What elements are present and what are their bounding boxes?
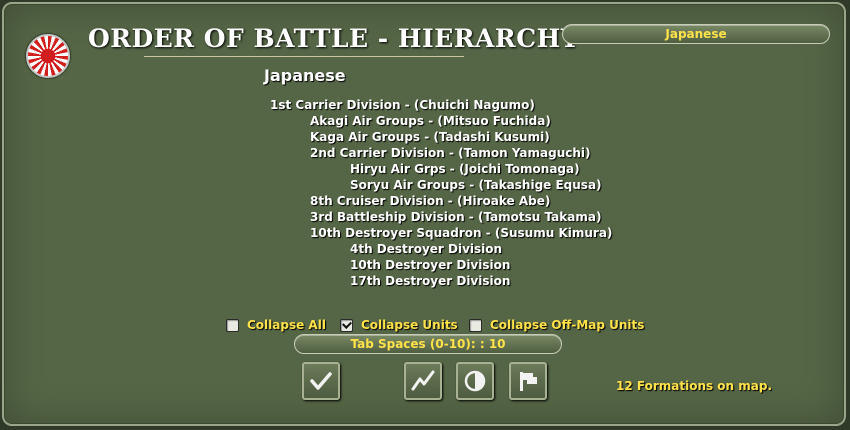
hierarchy-item[interactable]: Akagi Air Groups - (Mitsuo Fuchida)	[310, 114, 551, 128]
collapse-all-option[interactable]: Collapse All	[226, 316, 326, 334]
flag-button[interactable]	[509, 362, 547, 400]
checkmark-icon	[310, 372, 332, 390]
collapse-offmap-checkbox[interactable]	[469, 318, 482, 332]
collapse-units-option[interactable]: Collapse Units	[340, 316, 458, 334]
half-circle-icon	[464, 370, 486, 392]
graph-button[interactable]	[404, 362, 442, 400]
page-title: ORDER OF BATTLE - HIERARCHY	[88, 24, 580, 53]
ok-button[interactable]	[302, 362, 340, 400]
hierarchy-item[interactable]: 10th Destroyer Division	[350, 258, 510, 272]
zigzag-chart-icon	[411, 370, 435, 391]
side-selector[interactable]: Japanese	[562, 24, 830, 44]
hierarchy-item[interactable]: 3rd Battleship Division - (Tamotsu Takam…	[310, 210, 601, 224]
hierarchy-item[interactable]: Soryu Air Groups - (Takashige Equsa)	[350, 178, 602, 192]
title-divider	[144, 56, 464, 57]
hierarchy-item[interactable]: Kaga Air Groups - (Tadashi Kusumi)	[310, 130, 550, 144]
collapse-all-label: Collapse All	[247, 318, 326, 332]
collapse-units-label: Collapse Units	[361, 318, 458, 332]
collapse-offmap-label: Collapse Off-Map Units	[490, 318, 645, 332]
hierarchy-item[interactable]: 2nd Carrier Division - (Tamon Yamaguchi)	[310, 146, 591, 160]
contrast-button[interactable]	[456, 362, 494, 400]
hierarchy-item[interactable]: 8th Cruiser Division - (Hiroake Abe)	[310, 194, 550, 208]
hierarchy-item[interactable]: 4th Destroyer Division	[350, 242, 502, 256]
rising-sun-flag-icon	[26, 34, 70, 78]
collapse-offmap-option[interactable]: Collapse Off-Map Units	[469, 316, 644, 334]
flag-icon	[520, 372, 537, 391]
nation-heading: Japanese	[264, 66, 346, 85]
hierarchy-item[interactable]: 1st Carrier Division - (Chuichi Nagumo)	[270, 98, 535, 112]
hierarchy-item[interactable]: 10th Destroyer Squadron - (Susumu Kimura…	[310, 226, 612, 240]
oob-hierarchy-panel: ORDER OF BATTLE - HIERARCHY Japanese Jap…	[2, 2, 846, 426]
hierarchy-item[interactable]: Hiryu Air Grps - (Joichi Tomonaga)	[350, 162, 580, 176]
collapse-all-checkbox[interactable]	[226, 318, 239, 332]
collapse-units-checkbox[interactable]	[340, 318, 353, 332]
formations-status: 12 Formations on map.	[616, 379, 773, 393]
tab-spaces-control[interactable]: Tab Spaces (0-10): : 10	[294, 334, 562, 354]
hierarchy-item[interactable]: 17th Destroyer Division	[350, 274, 510, 288]
